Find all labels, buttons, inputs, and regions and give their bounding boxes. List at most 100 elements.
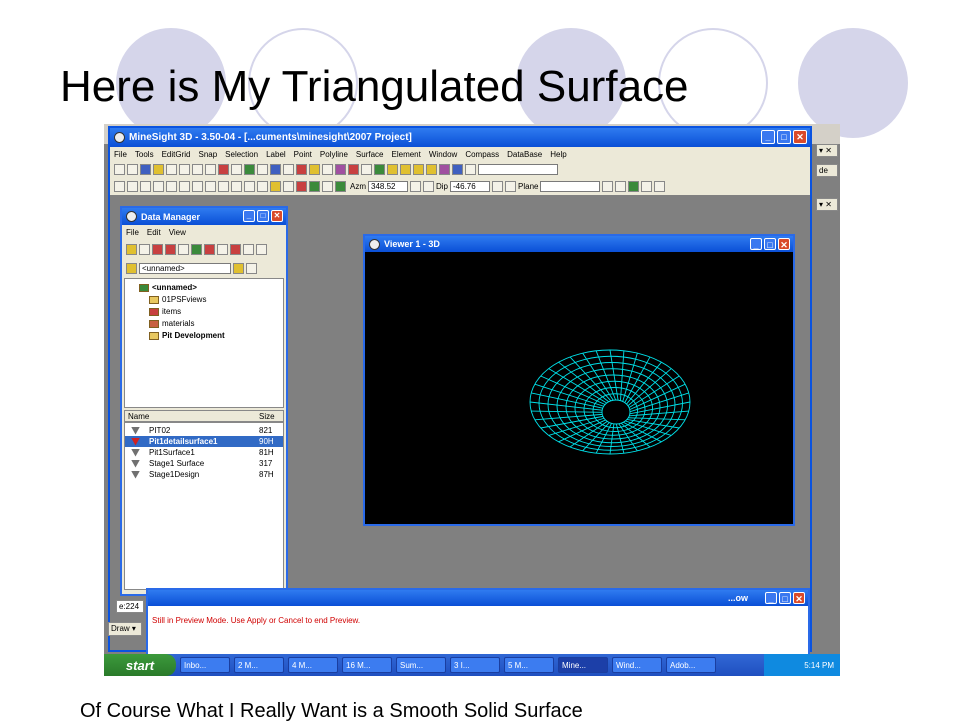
coordinate-field[interactable]: e:224 [116, 600, 144, 613]
draw-menu[interactable]: Draw ▾ [108, 622, 142, 636]
menu-point[interactable]: Point [294, 150, 312, 159]
toolbar-button[interactable] [257, 164, 268, 175]
toolbar-button[interactable] [153, 164, 164, 175]
minimize-button[interactable]: _ [765, 592, 777, 604]
toolbar-button[interactable] [283, 181, 294, 192]
toolbar-button[interactable] [296, 164, 307, 175]
toolbar-button[interactable] [615, 181, 627, 192]
azimuth-input[interactable]: 348.52 [368, 181, 408, 192]
toolbar-button[interactable] [322, 181, 333, 192]
menu-editgrid[interactable]: EditGrid [162, 150, 191, 159]
toolbar-button[interactable] [192, 164, 203, 175]
tree-node[interactable]: materials [149, 319, 194, 328]
toolbar-button[interactable] [205, 164, 216, 175]
toolbar-button[interactable] [218, 181, 229, 192]
zoom-icon[interactable] [127, 181, 138, 192]
taskbar-item[interactable]: 2 M... [234, 657, 284, 673]
clock[interactable]: 5:14 PM [804, 661, 834, 670]
toolbar-button[interactable] [400, 164, 411, 175]
zoom-icon[interactable] [153, 181, 164, 192]
toolbar-field[interactable] [478, 164, 558, 175]
maximize-button[interactable]: □ [779, 592, 791, 604]
toolbar-button[interactable] [114, 164, 125, 175]
table-row[interactable]: PIT02 821 [125, 425, 283, 436]
toolbar-button[interactable] [256, 244, 267, 255]
menu-window[interactable]: Window [429, 150, 457, 159]
toolbar-button[interactable] [204, 244, 215, 255]
menu-help[interactable]: Help [550, 150, 566, 159]
toolbar-button[interactable] [361, 164, 372, 175]
menu-tools[interactable]: Tools [135, 150, 154, 159]
toolbar-button[interactable] [309, 181, 320, 192]
toolbar-button[interactable] [335, 164, 346, 175]
viewer-titlebar[interactable]: Viewer 1 - 3D _ □ ✕ [365, 236, 793, 252]
toolbar-button[interactable] [439, 164, 450, 175]
maximize-button[interactable]: □ [777, 130, 791, 144]
menu-compass[interactable]: Compass [465, 150, 499, 159]
message-titlebar[interactable]: ...ow _ □ ✕ [148, 590, 808, 606]
toolbar-button[interactable] [244, 164, 255, 175]
dip-input[interactable]: -46.76 [450, 181, 491, 192]
arrow-right-icon[interactable] [423, 181, 434, 192]
tree-node-root[interactable]: <unnamed> [139, 283, 197, 292]
toolbar-button[interactable] [179, 181, 190, 192]
toolbar-button[interactable] [218, 164, 229, 175]
arrow-down-icon[interactable] [505, 181, 517, 192]
taskbar-item[interactable]: 16 M... [342, 657, 392, 673]
tree-node[interactable]: 01PSFviews [149, 295, 206, 304]
toolbar-button[interactable] [217, 244, 228, 255]
zoom-icon[interactable] [140, 181, 151, 192]
toolbar-button[interactable] [257, 181, 268, 192]
viewer-3d-canvas[interactable] [365, 252, 793, 524]
path-input[interactable]: <unnamed> [139, 263, 231, 274]
folder-up-icon[interactable] [126, 263, 137, 274]
minimize-button[interactable]: _ [750, 238, 762, 250]
help-icon[interactable] [166, 164, 177, 175]
taskbar-item[interactable]: 5 M... [504, 657, 554, 673]
taskbar-item[interactable]: Adob... [666, 657, 716, 673]
toolbar-button[interactable] [192, 181, 203, 192]
table-row[interactable]: Pit1Surface1 81H [125, 447, 283, 458]
taskbar-item[interactable]: Inbo... [180, 657, 230, 673]
toolbar-button[interactable] [309, 164, 320, 175]
menu-label[interactable]: Label [266, 150, 286, 159]
toolbar-button[interactable] [641, 181, 653, 192]
toolbar-button[interactable] [165, 244, 176, 255]
menu-database[interactable]: DataBase [507, 150, 542, 159]
toolbar-button[interactable] [139, 244, 150, 255]
taskbar-item-active[interactable]: Mine... [558, 657, 608, 673]
toolbar-button[interactable] [191, 244, 202, 255]
toolbar-button[interactable] [283, 164, 294, 175]
toolbar-button[interactable] [127, 164, 138, 175]
toolbar-button[interactable] [296, 181, 307, 192]
dm-menu-file[interactable]: File [126, 228, 139, 237]
toolbar-button[interactable] [348, 164, 359, 175]
minimize-button[interactable]: _ [243, 210, 255, 222]
toolbar-button[interactable] [230, 244, 241, 255]
taskbar-item[interactable]: Sum... [396, 657, 446, 673]
toolbar-button[interactable] [374, 164, 385, 175]
toolbar-button[interactable] [231, 181, 242, 192]
taskbar-item[interactable]: Wind... [612, 657, 662, 673]
toolbar-button[interactable] [244, 181, 255, 192]
minimize-button[interactable]: _ [761, 130, 775, 144]
close-button[interactable]: ✕ [793, 592, 805, 604]
open-folder-icon[interactable] [233, 263, 244, 274]
zoom-icon[interactable] [114, 181, 125, 192]
data-manager-titlebar[interactable]: Data Manager _ □ ✕ [122, 208, 286, 225]
toolbar-button[interactable] [322, 164, 333, 175]
table-row[interactable]: Stage1Design 87H [125, 469, 283, 480]
maximize-button[interactable]: □ [257, 210, 269, 222]
menu-selection[interactable]: Selection [225, 150, 258, 159]
arrow-up-icon[interactable] [492, 181, 504, 192]
maximize-button[interactable]: □ [764, 238, 776, 250]
bg-close-button[interactable]: ▾ ✕ [816, 198, 838, 211]
toolbar-button[interactable] [205, 181, 216, 192]
table-row-selected[interactable]: Pit1detailsurface1 90H [125, 436, 283, 447]
menu-polyline[interactable]: Polyline [320, 150, 348, 159]
toolbar-button[interactable] [628, 181, 640, 192]
plane-select[interactable] [540, 181, 601, 192]
table-row[interactable]: Stage1 Surface 317 [125, 458, 283, 469]
toolbar-button[interactable] [465, 164, 476, 175]
start-button[interactable]: start [104, 654, 176, 676]
